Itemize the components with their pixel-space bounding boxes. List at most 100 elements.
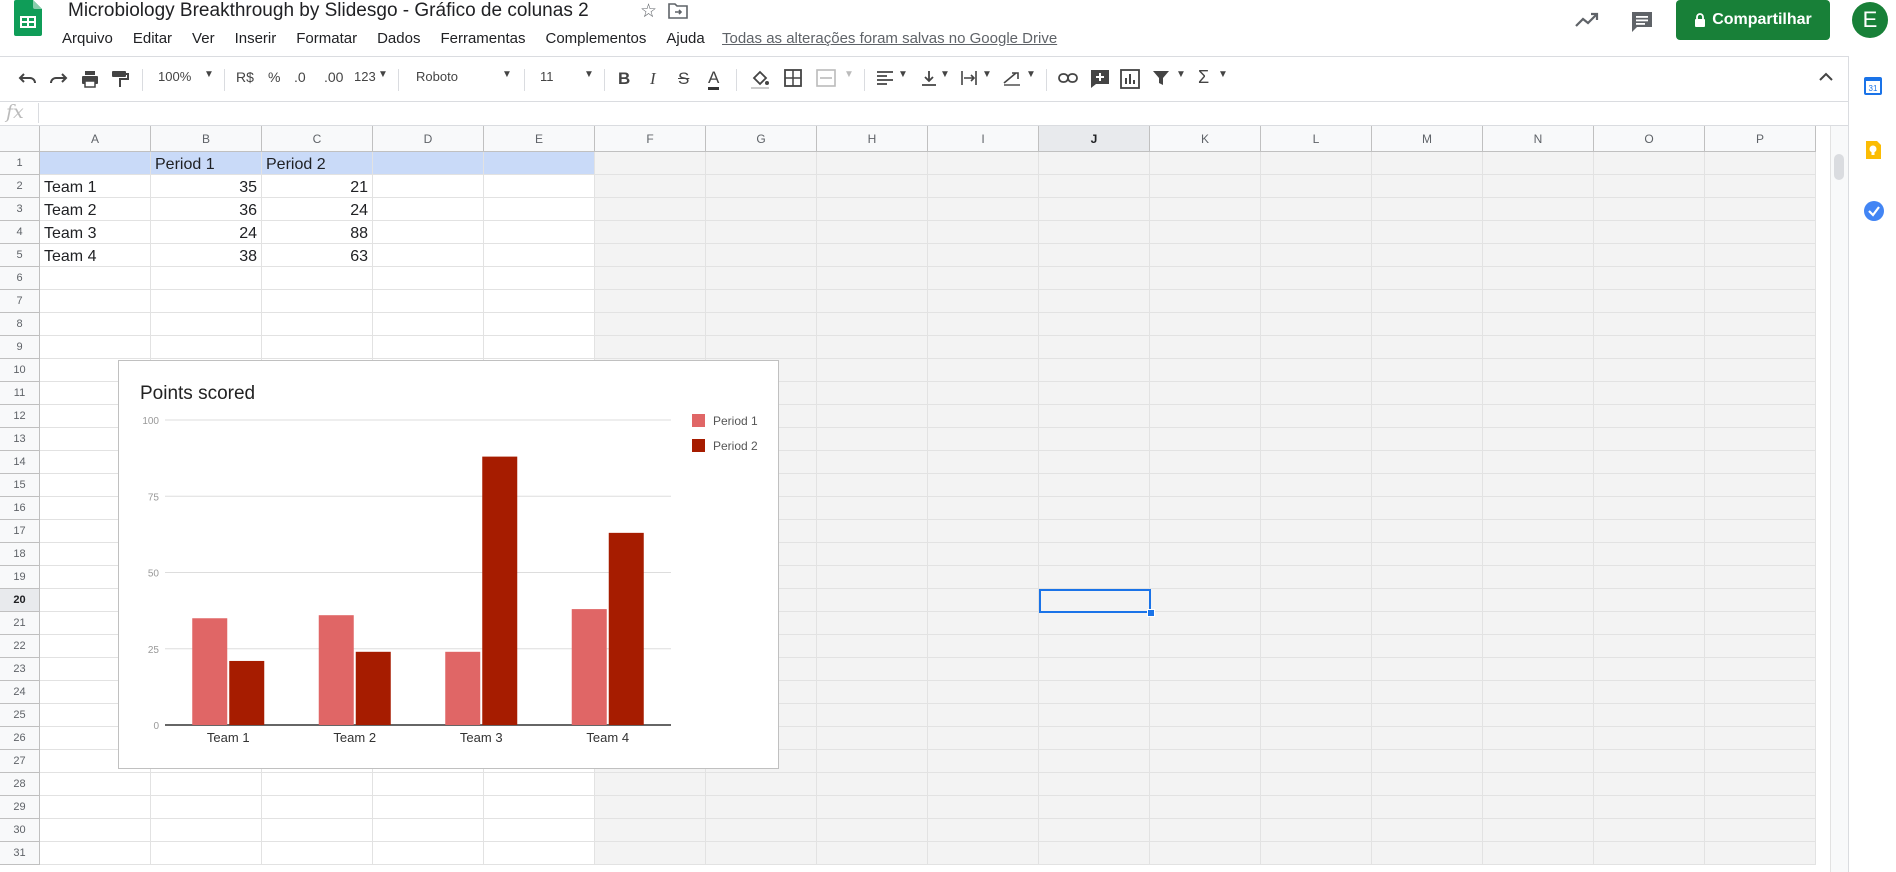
font-size-select[interactable]: 11 [540,69,554,84]
cell-o29[interactable] [1594,796,1705,819]
cell-p2[interactable] [1705,175,1816,198]
cell-n25[interactable] [1483,704,1594,727]
cell-i7[interactable] [928,290,1039,313]
cell-l15[interactable] [1261,474,1372,497]
cell-h21[interactable] [817,612,928,635]
cell-l8[interactable] [1261,313,1372,336]
menu-ferramentas[interactable]: Ferramentas [438,30,527,47]
cell-m7[interactable] [1372,290,1483,313]
cell-i10[interactable] [928,359,1039,382]
row-header-2[interactable]: 2 [0,175,40,198]
italic-icon[interactable]: I [650,69,656,89]
cell-k6[interactable] [1150,267,1261,290]
cell-k25[interactable] [1150,704,1261,727]
cell-o2[interactable] [1594,175,1705,198]
paint-format-icon[interactable] [110,69,130,89]
cell-i14[interactable] [928,451,1039,474]
cell-p12[interactable] [1705,405,1816,428]
cell-o8[interactable] [1594,313,1705,336]
row-header-19[interactable]: 19 [0,566,40,589]
cell-c1[interactable]: Period 2 [262,152,373,175]
cell-j3[interactable] [1039,198,1150,221]
bold-icon[interactable]: B [618,69,630,89]
menu-ajuda[interactable]: Ajuda [664,30,706,47]
cell-f5[interactable] [595,244,706,267]
cell-f4[interactable] [595,221,706,244]
cell-j29[interactable] [1039,796,1150,819]
cell-o19[interactable] [1594,566,1705,589]
insert-chart-icon[interactable] [1120,69,1140,89]
cell-l22[interactable] [1261,635,1372,658]
cell-f7[interactable] [595,290,706,313]
cell-m20[interactable] [1372,589,1483,612]
cell-g31[interactable] [706,842,817,865]
cell-o9[interactable] [1594,336,1705,359]
cell-i19[interactable] [928,566,1039,589]
menu-inserir[interactable]: Inserir [233,30,279,47]
cell-e9[interactable] [484,336,595,359]
cell-h3[interactable] [817,198,928,221]
cell-l12[interactable] [1261,405,1372,428]
cell-d6[interactable] [373,267,484,290]
sheets-logo-icon[interactable] [14,0,42,36]
cell-k4[interactable] [1150,221,1261,244]
cell-h5[interactable] [817,244,928,267]
cell-l11[interactable] [1261,382,1372,405]
cell-l24[interactable] [1261,681,1372,704]
cell-b6[interactable] [151,267,262,290]
cell-j5[interactable] [1039,244,1150,267]
select-all-corner[interactable] [0,126,40,152]
cell-k23[interactable] [1150,658,1261,681]
cell-g2[interactable] [706,175,817,198]
cell-n24[interactable] [1483,681,1594,704]
cell-n9[interactable] [1483,336,1594,359]
cell-p5[interactable] [1705,244,1816,267]
cell-k9[interactable] [1150,336,1261,359]
cell-p1[interactable] [1705,152,1816,175]
cell-e5[interactable] [484,244,595,267]
cell-m2[interactable] [1372,175,1483,198]
cell-f30[interactable] [595,819,706,842]
cell-g8[interactable] [706,313,817,336]
row-header-14[interactable]: 14 [0,451,40,474]
column-header-k[interactable]: K [1150,126,1261,152]
borders-icon[interactable] [784,69,802,87]
cell-d5[interactable] [373,244,484,267]
cell-h10[interactable] [817,359,928,382]
cell-k19[interactable] [1150,566,1261,589]
cell-k24[interactable] [1150,681,1261,704]
save-status-link[interactable]: Todas as alterações foram salvas no Goog… [722,30,1057,47]
cell-o30[interactable] [1594,819,1705,842]
cell-b28[interactable] [151,773,262,796]
chevron-down-icon[interactable]: ▼ [502,69,512,80]
menu-editar[interactable]: Editar [131,30,174,47]
zoom-select[interactable]: 100% [158,69,191,84]
cell-o5[interactable] [1594,244,1705,267]
cell-j15[interactable] [1039,474,1150,497]
cell-n26[interactable] [1483,727,1594,750]
cell-h27[interactable] [817,750,928,773]
cell-m11[interactable] [1372,382,1483,405]
cell-p7[interactable] [1705,290,1816,313]
cell-i21[interactable] [928,612,1039,635]
cell-h15[interactable] [817,474,928,497]
cell-k11[interactable] [1150,382,1261,405]
cell-d28[interactable] [373,773,484,796]
cell-l27[interactable] [1261,750,1372,773]
chevron-down-icon[interactable]: ▼ [584,69,594,80]
cell-e31[interactable] [484,842,595,865]
column-header-b[interactable]: B [151,126,262,152]
filter-icon[interactable] [1152,69,1170,87]
cell-b1[interactable]: Period 1 [151,152,262,175]
cell-j21[interactable] [1039,612,1150,635]
cell-n21[interactable] [1483,612,1594,635]
row-header-17[interactable]: 17 [0,520,40,543]
cell-g9[interactable] [706,336,817,359]
cell-o20[interactable] [1594,589,1705,612]
cell-b5[interactable]: 38 [151,244,262,267]
cell-n19[interactable] [1483,566,1594,589]
cell-l3[interactable] [1261,198,1372,221]
cell-o7[interactable] [1594,290,1705,313]
cell-p31[interactable] [1705,842,1816,865]
cell-i8[interactable] [928,313,1039,336]
